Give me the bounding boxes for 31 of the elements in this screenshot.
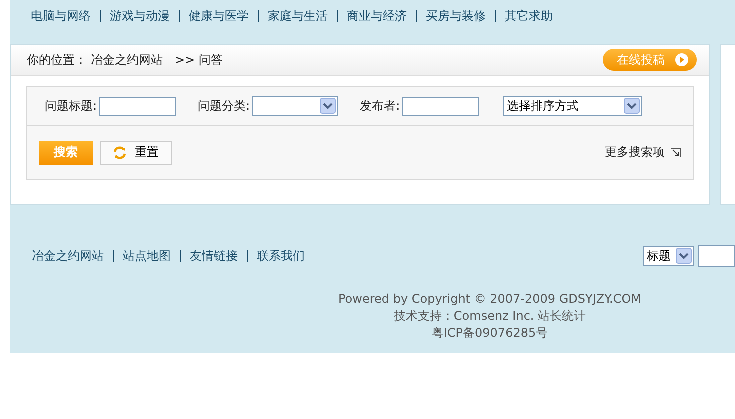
copyright-text: 粤ICP备09076285号: [432, 325, 548, 342]
field-label: 发布者:: [360, 98, 400, 114]
field-label: 问题分类:: [198, 98, 250, 114]
field-label: 问题标题:: [45, 98, 98, 114]
play-icon: [675, 53, 689, 67]
breadcrumb-current: >> 问答: [175, 52, 223, 68]
copyright-text: 技术支持：Comsenz Inc. 站长统计: [394, 308, 586, 325]
nav-link[interactable]: 买房与装修: [416, 10, 495, 22]
nav-link[interactable]: 游戏与动漫: [100, 10, 179, 22]
footer-link[interactable]: 站点地图: [113, 250, 180, 262]
footer-link[interactable]: 友情链接: [180, 250, 247, 262]
nav-link[interactable]: 电脑与网络: [22, 10, 100, 22]
nav-link[interactable]: 其它求助: [495, 10, 562, 22]
nav-link[interactable]: 家庭与生活: [258, 10, 337, 22]
breadcrumb-label: 你的位置：: [27, 52, 87, 68]
dropdown-field[interactable]: 选择排序方式: [503, 96, 642, 116]
copyright-text: Powered by Copyright © 2007-2009 GDSYJZY.COM: [338, 291, 642, 308]
footer-link[interactable]: 冶金之约网站: [23, 250, 113, 262]
text-field[interactable]: [99, 96, 176, 116]
refresh-icon: [113, 146, 127, 160]
dropdown-field[interactable]: [252, 96, 338, 116]
footer-link[interactable]: 联系我们: [247, 250, 314, 262]
nav-link[interactable]: 商业与经济: [337, 10, 416, 22]
nav-link[interactable]: 健康与医学: [179, 10, 258, 22]
reset-button[interactable]: 重置: [100, 140, 172, 164]
search-field[interactable]: [698, 245, 735, 267]
expand-icon: [671, 148, 681, 158]
text-field[interactable]: [402, 96, 480, 116]
breadcrumb-link[interactable]: 冶金之约网站: [91, 52, 163, 68]
search-scope-dropdown[interactable]: 标题: [643, 246, 694, 266]
more-search-options-link[interactable]: 更多搜索项: [605, 144, 681, 161]
